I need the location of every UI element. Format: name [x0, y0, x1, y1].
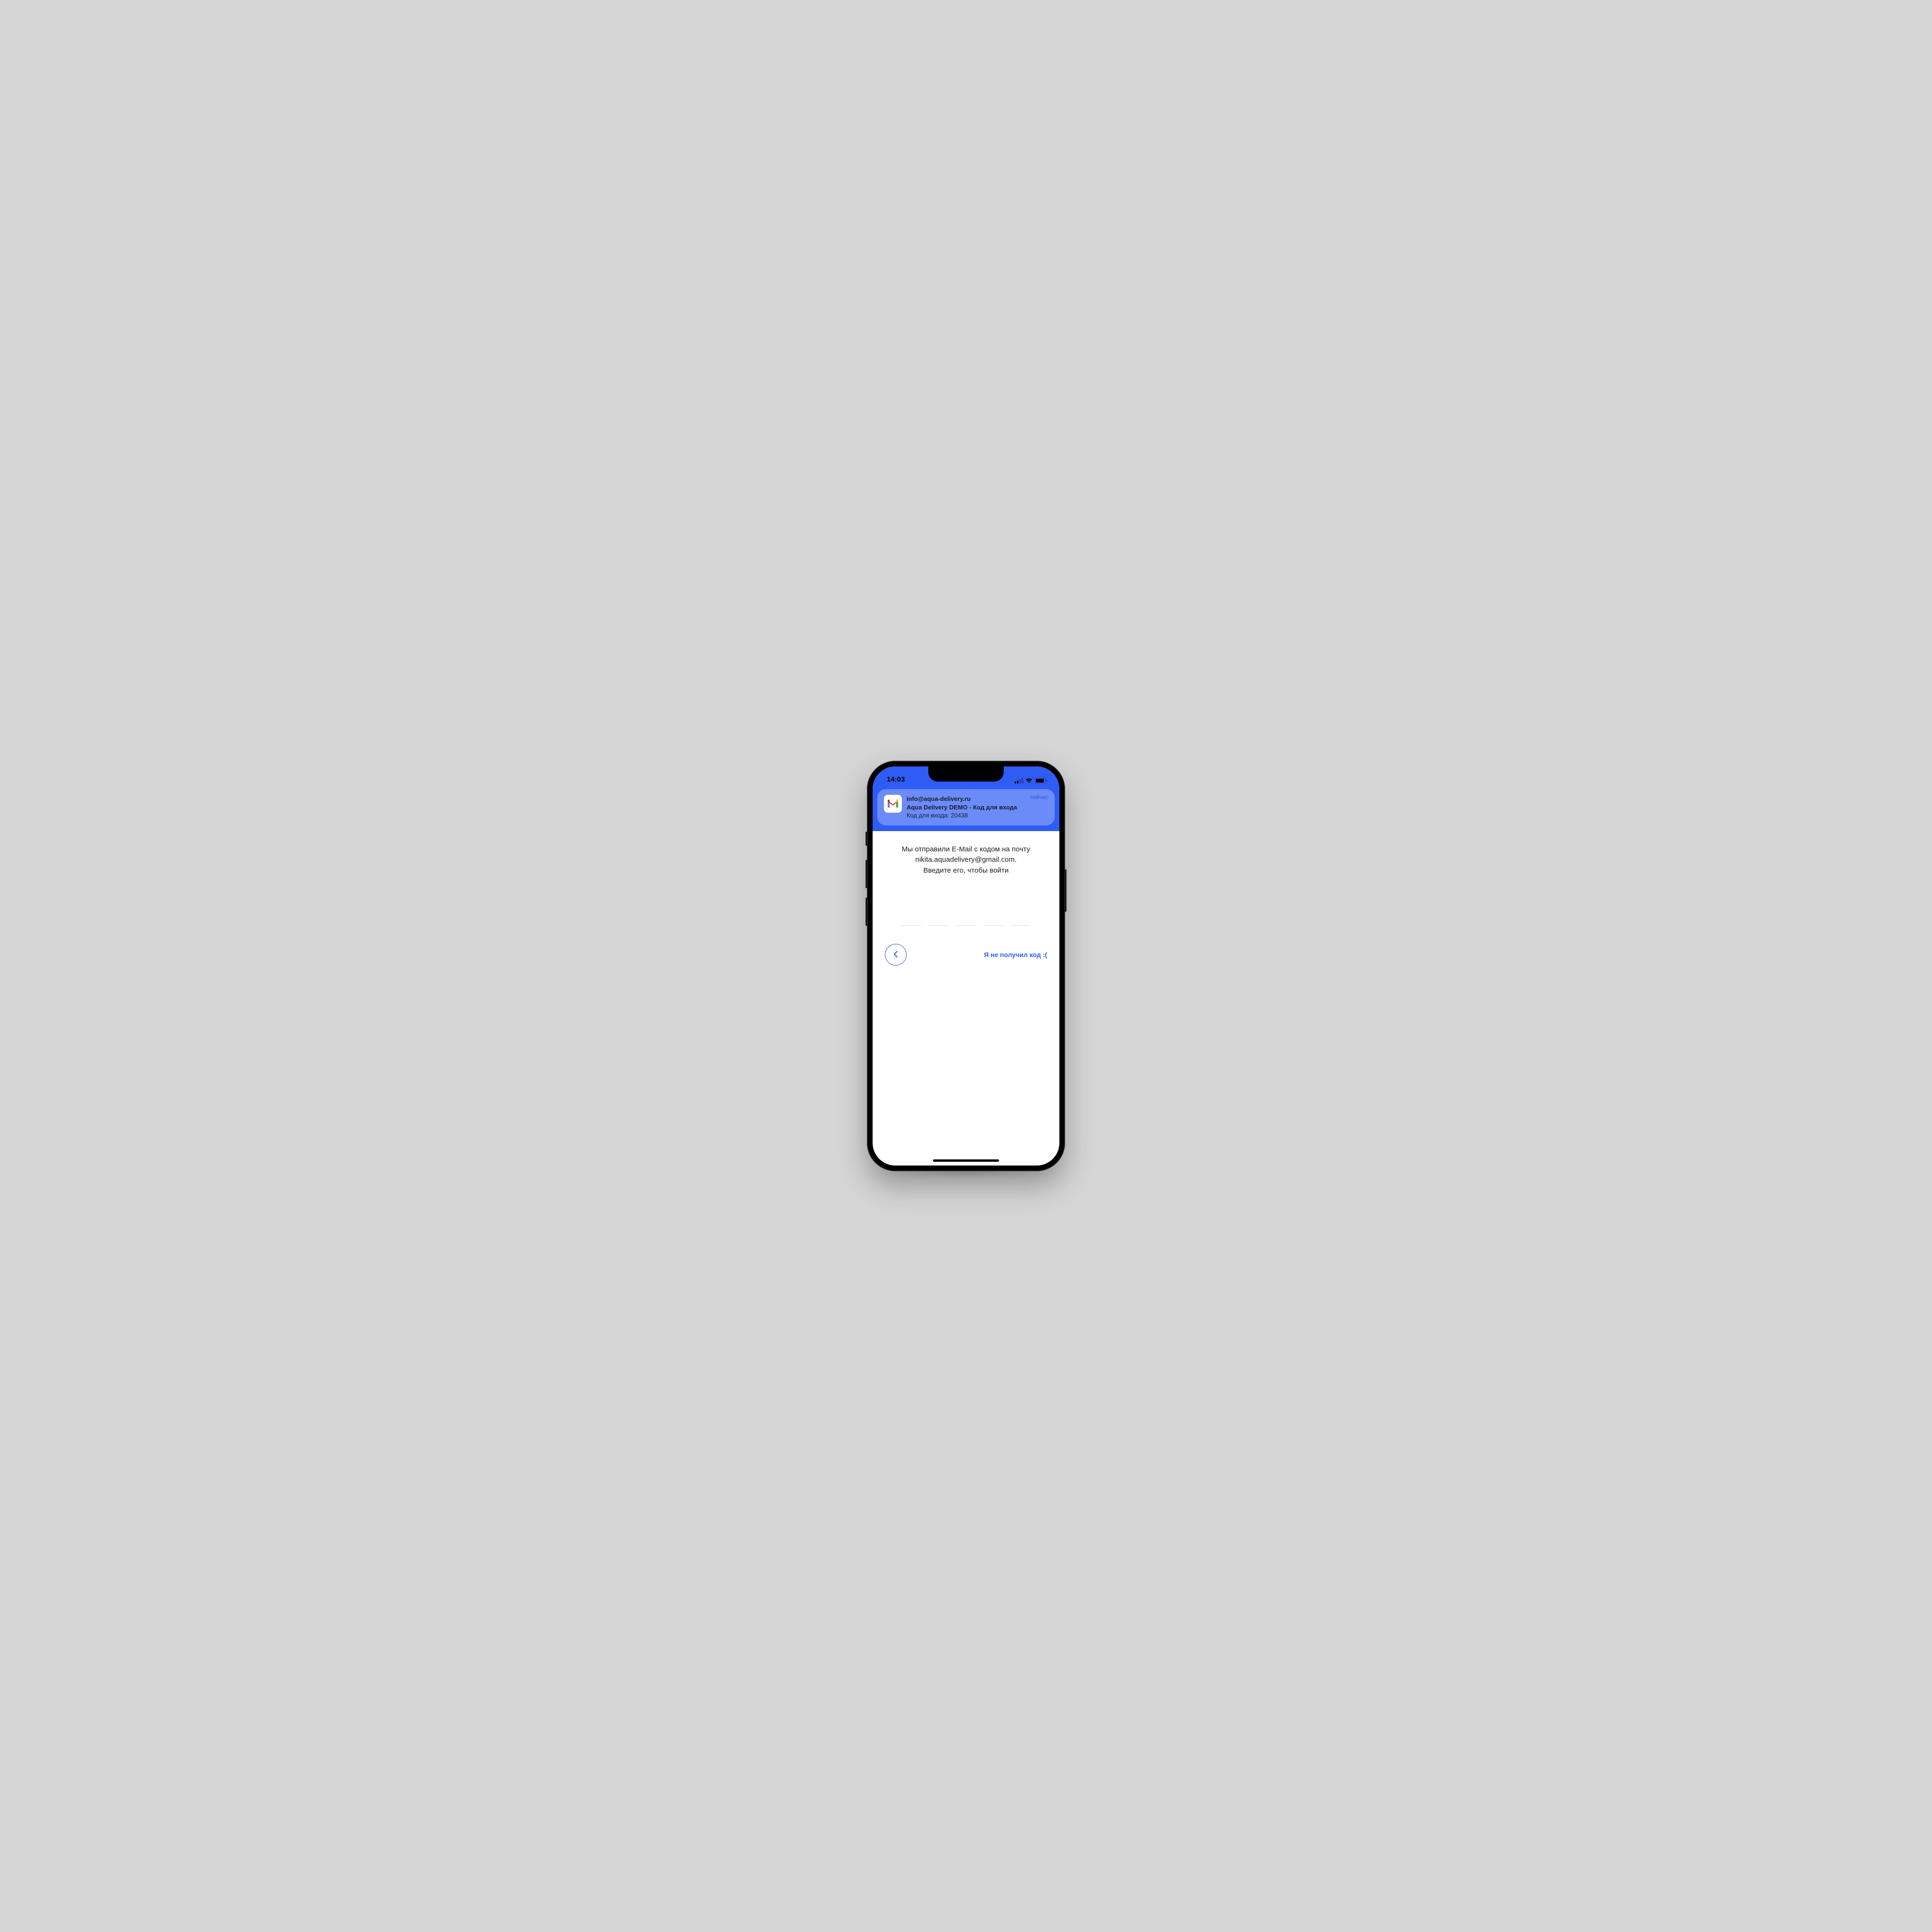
wifi-icon	[1025, 778, 1033, 783]
instruction-line-3: Введите его, чтобы войти	[884, 866, 1048, 876]
cellular-signal-icon	[1015, 778, 1023, 783]
notification-body: Код для входа: 20438	[907, 811, 1048, 820]
phone-notch	[928, 766, 1004, 782]
code-digit-1[interactable]	[901, 904, 921, 926]
phone-frame: 14:03	[867, 761, 1065, 1171]
power-button	[1065, 869, 1066, 912]
code-input-group	[884, 904, 1048, 926]
actions-row: Я не получил код :(	[884, 944, 1048, 966]
notification-sender: info@aqua-delivery.ru	[907, 795, 1048, 803]
instruction-line-1: Мы отправили E-Mail с кодом на почту	[884, 844, 1048, 855]
status-icons	[1015, 778, 1048, 783]
volume-up-button	[866, 860, 867, 888]
notification-area: info@aqua-delivery.ru Aqua Delivery DEMO…	[873, 789, 1059, 831]
notification-time: сейчас	[1030, 794, 1048, 800]
chevron-left-icon	[893, 950, 898, 959]
notification-subject: Aqua Delivery DEMO - Код для входа	[907, 803, 1048, 812]
battery-icon	[1035, 778, 1047, 783]
home-indicator[interactable]	[933, 1159, 999, 1162]
instruction-line-2: nikita.aquadelivery@gmail.com.	[884, 855, 1048, 866]
status-time: 14:03	[884, 775, 905, 783]
phone-screen: 14:03	[873, 766, 1059, 1166]
silent-switch	[866, 832, 867, 846]
code-digit-3[interactable]	[956, 904, 976, 926]
code-digit-5[interactable]	[1011, 904, 1031, 926]
code-digit-2[interactable]	[929, 904, 949, 926]
code-digit-4[interactable]	[983, 904, 1003, 926]
instruction-text: Мы отправили E-Mail с кодом на почту nik…	[884, 844, 1048, 876]
notification-card[interactable]: info@aqua-delivery.ru Aqua Delivery DEMO…	[877, 789, 1055, 825]
back-button[interactable]	[885, 944, 907, 966]
notification-content: info@aqua-delivery.ru Aqua Delivery DEMO…	[907, 795, 1048, 820]
no-code-link[interactable]: Я не получил код :(	[984, 951, 1047, 958]
volume-down-button	[866, 898, 867, 926]
main-content: Мы отправили E-Mail с кодом на почту nik…	[873, 831, 1059, 966]
gmail-icon	[884, 795, 902, 813]
